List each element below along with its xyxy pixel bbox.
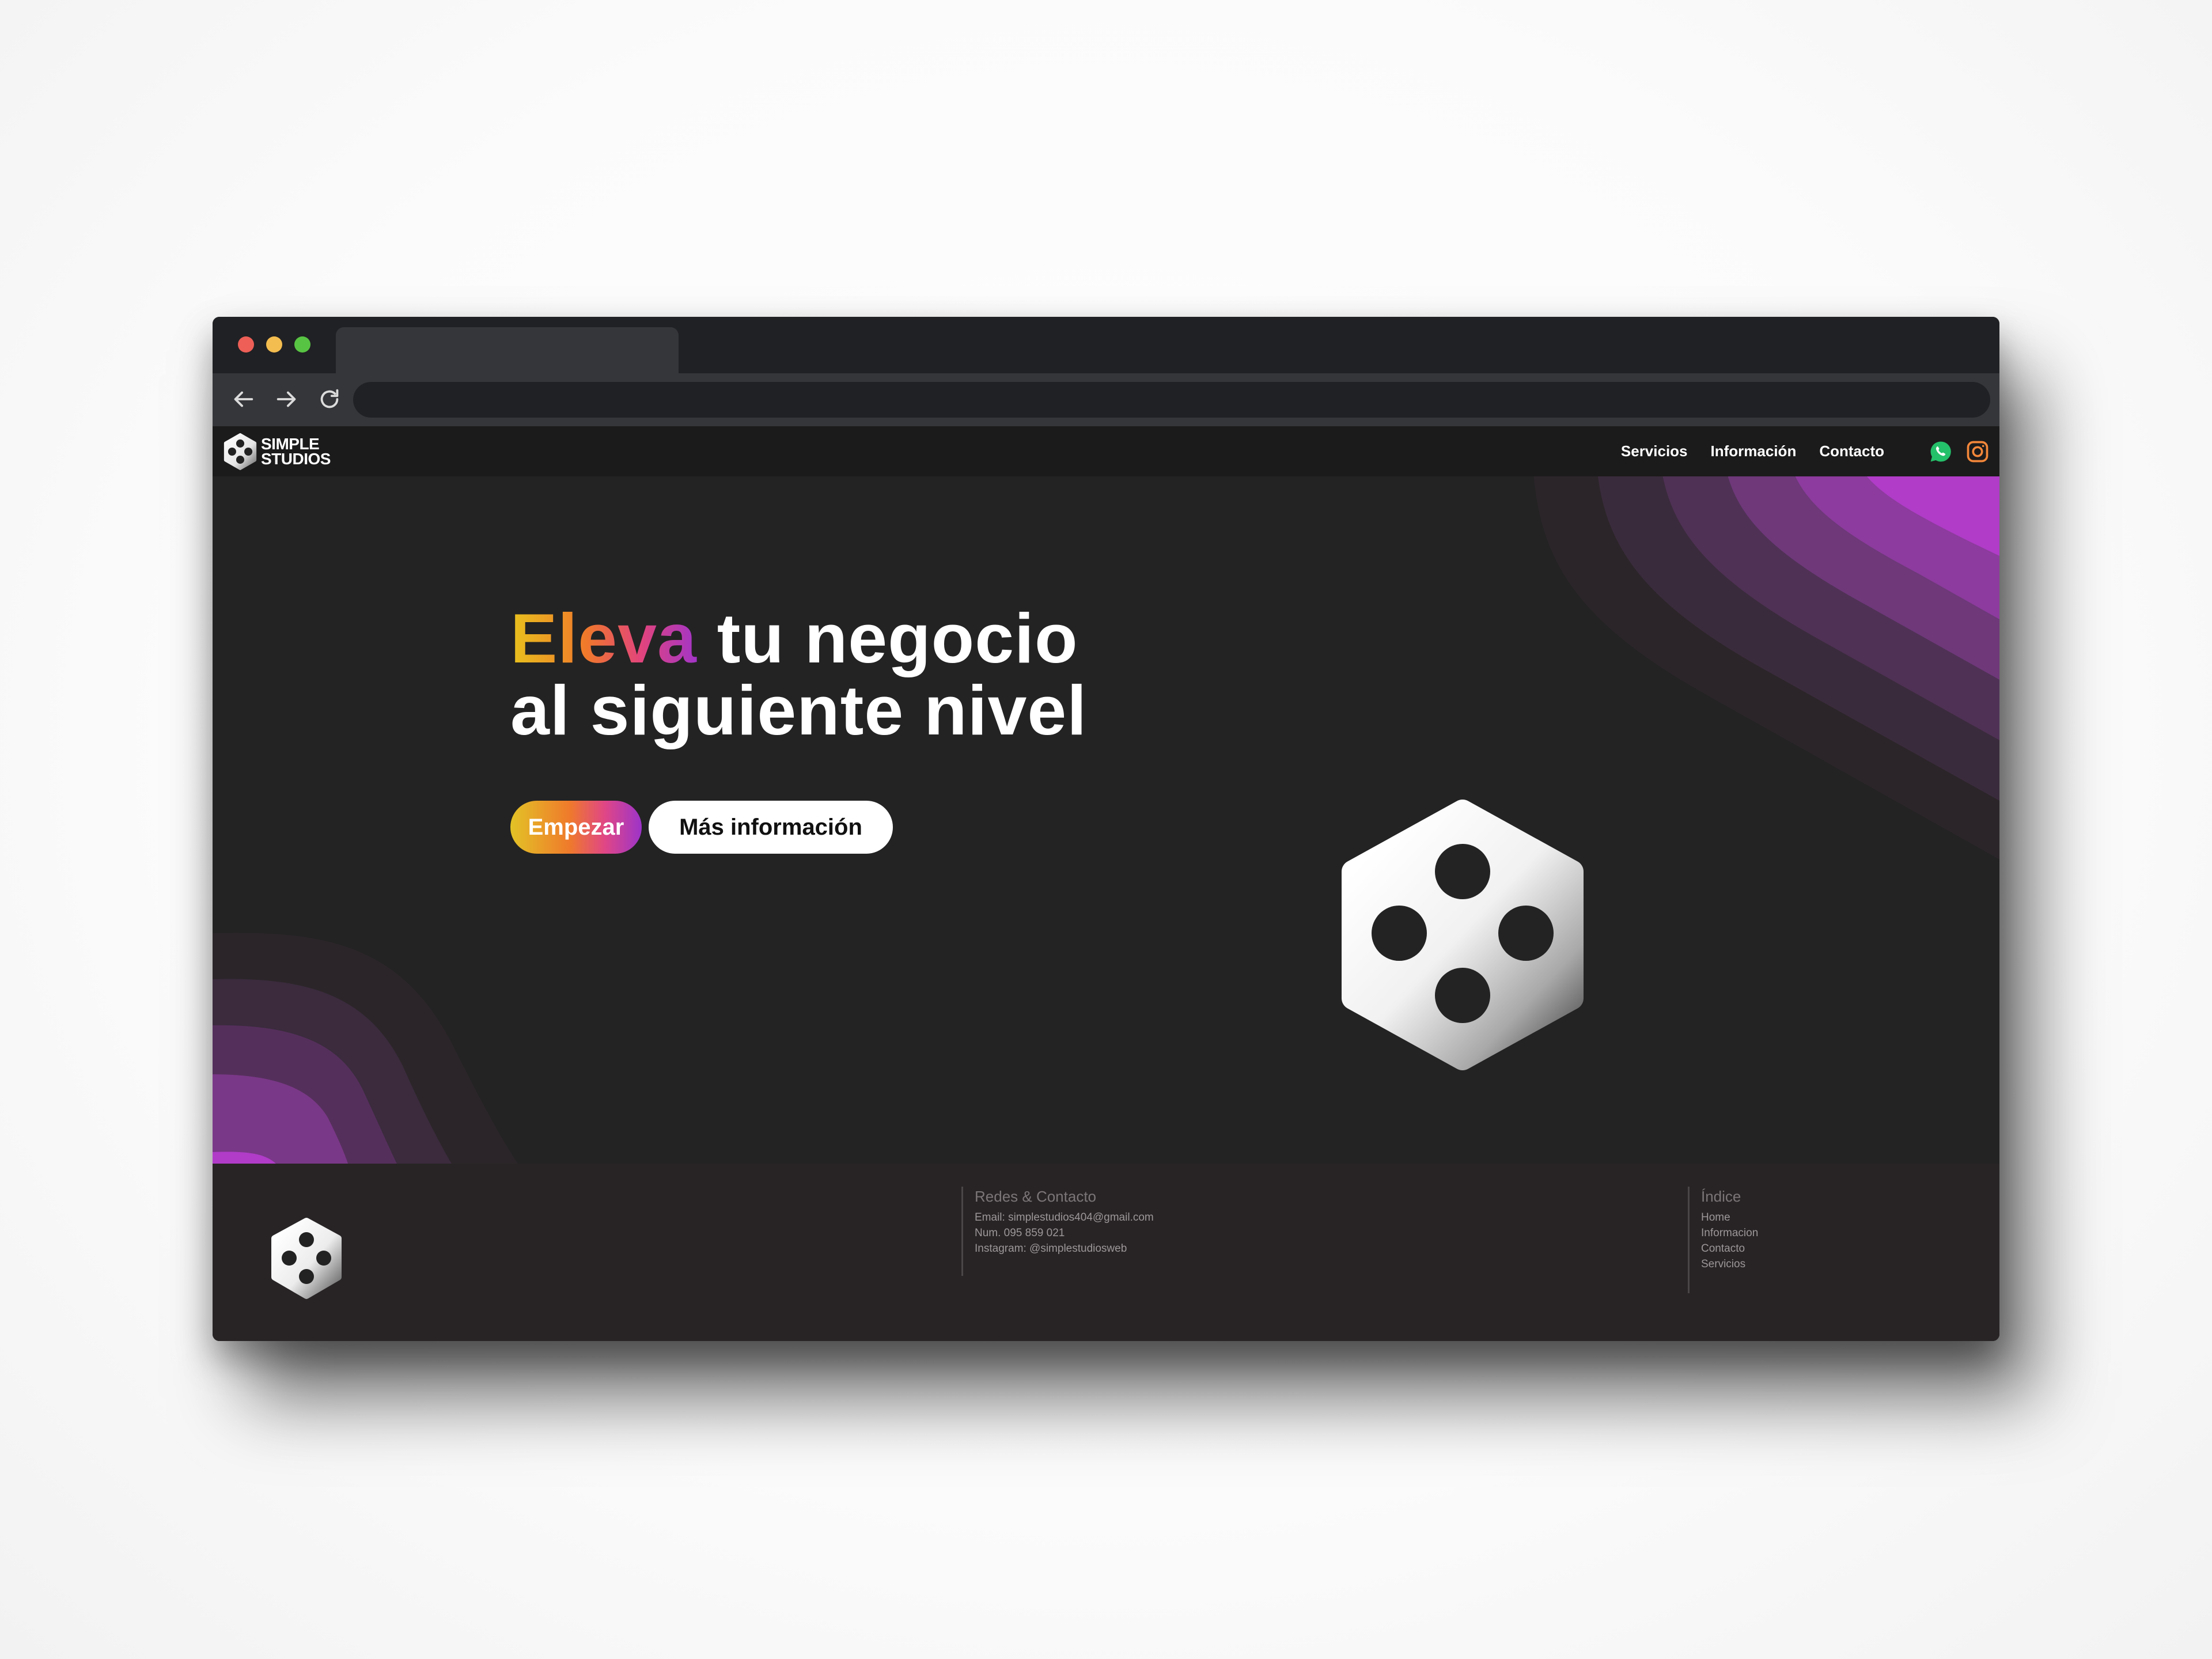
browser-tab[interactable] xyxy=(336,327,679,373)
hero-title-rest: tu negocio xyxy=(717,599,1078,677)
footer-link-home[interactable]: Home xyxy=(1701,1210,1758,1225)
nav-informacion[interactable]: Información xyxy=(1711,442,1797,460)
maximize-window-button[interactable] xyxy=(294,336,310,353)
brand-line2: STUDIOS xyxy=(261,450,331,468)
main-nav: Servicios Información Contacto xyxy=(1621,426,1884,476)
instagram-icon[interactable] xyxy=(1965,439,1990,464)
minimize-window-button[interactable] xyxy=(266,336,282,353)
hero-title: Eleva tu negocio al siguiente nivel xyxy=(510,603,1087,747)
hero-dice-logo-icon xyxy=(1342,800,1584,1070)
dice-hexagon-icon xyxy=(224,433,257,470)
back-arrow-icon[interactable] xyxy=(230,386,256,412)
nav-servicios[interactable]: Servicios xyxy=(1621,442,1688,460)
footer-index-column: Índice Home Informacion Contacto Servici… xyxy=(1688,1187,1758,1293)
nav-contacto[interactable]: Contacto xyxy=(1819,442,1884,460)
brand-name: SIMPLE STUDIOS xyxy=(261,436,331,468)
start-button[interactable]: Empezar xyxy=(510,801,642,854)
browser-window: SIMPLE STUDIOS Servicios Información Con… xyxy=(213,317,1999,1341)
reload-icon[interactable] xyxy=(316,386,343,412)
footer-contact-heading: Redes & Contacto xyxy=(975,1188,1097,1205)
footer-email: Email: simplestudios404@gmail.com xyxy=(975,1211,1154,1224)
whatsapp-icon[interactable] xyxy=(1928,439,1953,464)
footer-link-informacion[interactable]: Informacion xyxy=(1701,1225,1758,1241)
hero-title-line1: Eleva tu negocio xyxy=(510,603,1087,675)
hero-highlight-word: Eleva xyxy=(510,599,697,677)
close-window-button[interactable] xyxy=(238,336,254,353)
footer-dice-logo-icon xyxy=(271,1218,342,1299)
more-info-button[interactable]: Más información xyxy=(649,801,893,854)
footer-phone: Num. 095 859 021 xyxy=(975,1227,1065,1239)
browser-titlebar xyxy=(213,317,1999,373)
footer-contact-column: Redes & Contacto Email: simplestudios404… xyxy=(961,1187,1154,1276)
footer-link-contacto[interactable]: Contacto xyxy=(1701,1241,1758,1256)
forward-arrow-icon[interactable] xyxy=(274,386,300,412)
brand-logo[interactable]: SIMPLE STUDIOS xyxy=(222,432,331,471)
address-bar[interactable] xyxy=(353,382,1990,418)
site-navbar: SIMPLE STUDIOS Servicios Información Con… xyxy=(213,426,1999,476)
footer-index-heading: Índice xyxy=(1701,1188,1741,1205)
footer-instagram: Instagram: @simplestudiosweb xyxy=(975,1243,1127,1255)
site-footer: Redes & Contacto Email: simplestudios404… xyxy=(213,1164,1999,1341)
browser-toolbar xyxy=(213,373,1999,426)
hero-title-line2: al siguiente nivel xyxy=(510,671,1088,749)
footer-link-servicios[interactable]: Servicios xyxy=(1701,1256,1758,1272)
page-viewport: SIMPLE STUDIOS Servicios Información Con… xyxy=(213,426,1999,1341)
